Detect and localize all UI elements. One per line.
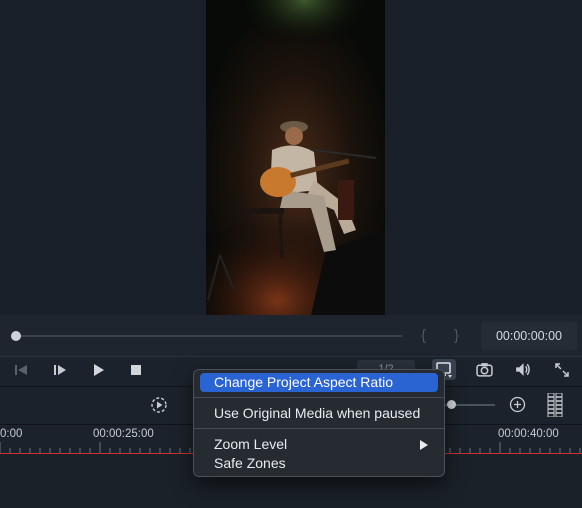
menu-item-original-media[interactable]: Use Original Media when paused [200,404,438,423]
audio-meter-icon[interactable] [547,393,563,417]
timeline-zoom-handle[interactable] [447,400,456,409]
submenu-arrow-icon [420,440,428,450]
display-context-menu: Change Project Aspect Ratio Use Original… [193,369,445,477]
play-icon[interactable] [90,362,106,378]
menu-item-zoom-level[interactable]: Zoom Level [200,435,438,454]
progress-slider[interactable] [16,335,402,337]
menu-item-label: Use Original Media when paused [214,405,421,421]
fullscreen-icon[interactable] [554,362,570,378]
menu-item-label: Safe Zones [214,455,286,471]
timecode-display: 00:00:00:00 [481,322,577,350]
menu-separator [194,428,444,429]
menu-item-label: Change Project Aspect Ratio [214,374,393,390]
stop-icon[interactable] [128,362,144,378]
mark-out-button[interactable]: } [454,327,459,344]
ruler-label: 00:00:25:00 [93,428,154,440]
menu-item-change-aspect-ratio[interactable]: Change Project Aspect Ratio [200,373,438,392]
progress-slider-handle[interactable] [11,331,21,341]
camera-icon[interactable] [476,361,493,378]
ruler-label: 0:00 [0,428,23,440]
menu-item-safe-zones[interactable]: Safe Zones [200,454,438,473]
ruler-label: 00:00:40:00 [498,428,559,440]
menu-separator [194,397,444,398]
video-frame-image [206,0,385,315]
next-frame-icon[interactable] [52,362,68,378]
render-preview-icon[interactable] [150,396,168,414]
volume-icon[interactable] [514,361,531,378]
video-frame [206,0,385,315]
mark-in-button[interactable]: { [421,327,426,344]
menu-item-label: Zoom Level [214,436,288,452]
zoom-in-icon[interactable] [509,396,526,413]
previous-frame-icon[interactable] [13,362,29,378]
